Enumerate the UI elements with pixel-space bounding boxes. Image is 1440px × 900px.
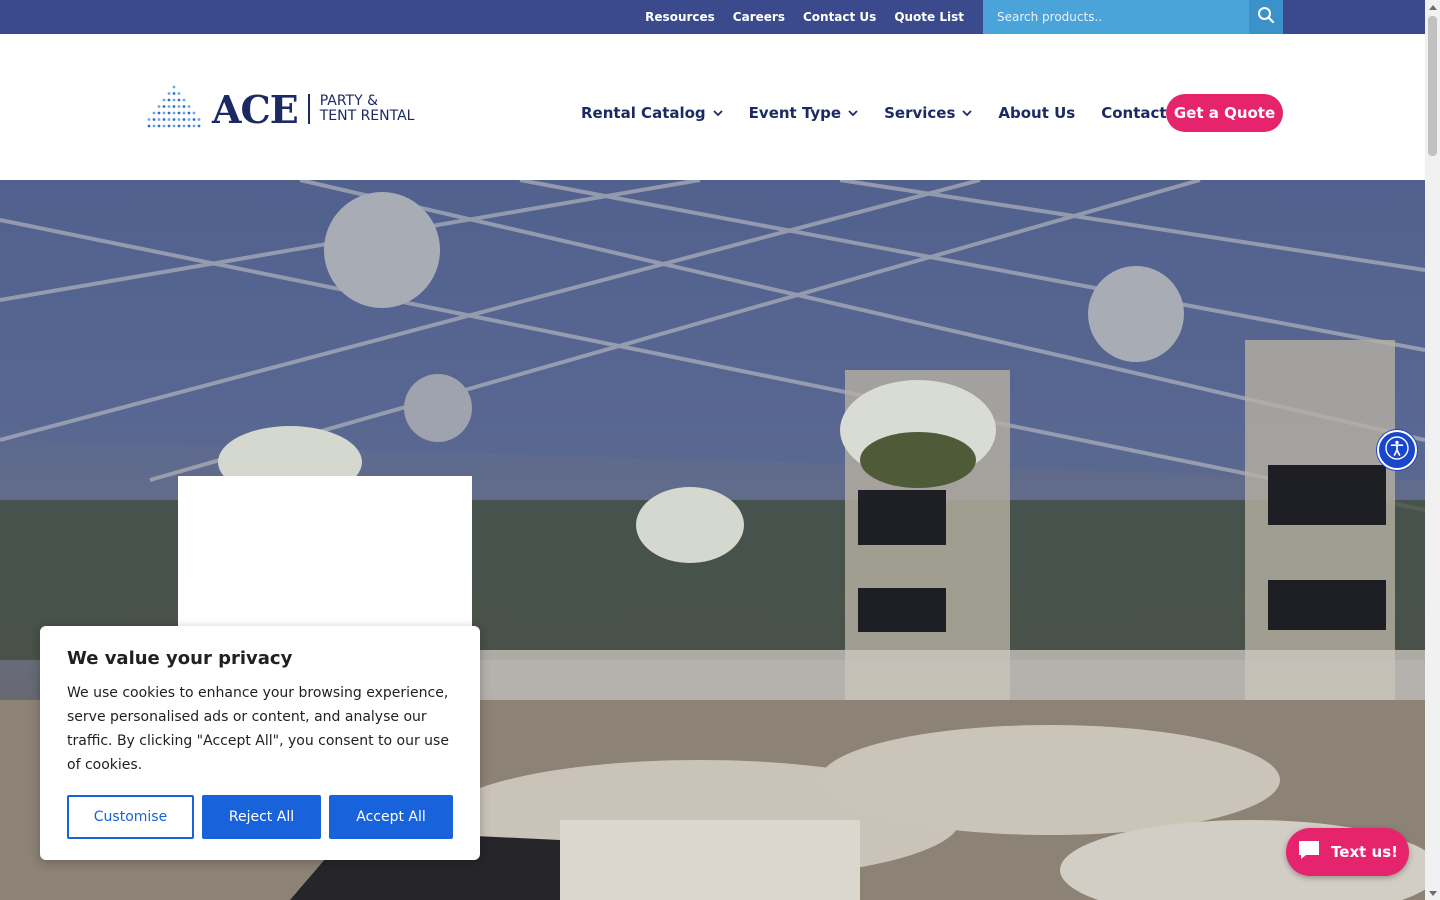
nav-label: Services (884, 104, 956, 122)
scroll-down-arrow-icon[interactable] (1428, 888, 1437, 898)
search-icon (1257, 6, 1275, 28)
main-nav: Rental Catalog Event Type Services About… (581, 94, 1193, 132)
utility-links: Resources Careers Contact Us Quote List (645, 0, 964, 34)
get-a-quote-button[interactable]: Get a Quote (1166, 94, 1283, 132)
chevron-down-icon (848, 109, 858, 117)
nav-label: Event Type (748, 104, 842, 122)
cookie-message: We use cookies to enhance your browsing … (67, 685, 449, 773)
logo-tagline-line1: PARTY & (319, 93, 379, 109)
nav-event-type[interactable]: Event Type (749, 104, 858, 122)
nav-label: About Us (998, 104, 1076, 122)
text-us-label: Text us! (1331, 843, 1398, 861)
link-resources[interactable]: Resources (645, 10, 715, 24)
product-search (983, 0, 1283, 34)
search-button[interactable] (1249, 0, 1283, 34)
link-quote-list[interactable]: Quote List (894, 10, 964, 24)
scroll-up-arrow-icon[interactable] (1428, 2, 1437, 12)
nav-about-us[interactable]: About Us (998, 104, 1075, 122)
nav-services[interactable]: Services (884, 104, 973, 122)
nav-label: Rental Catalog (581, 104, 706, 122)
accessibility-button[interactable] (1377, 430, 1417, 470)
search-input[interactable] (983, 0, 1249, 34)
nav-rental-catalog[interactable]: Rental Catalog (581, 104, 723, 122)
logo-tagline: PARTY & TENT RENTAL (320, 94, 415, 124)
link-careers[interactable]: Careers (733, 10, 785, 24)
customise-button[interactable]: Customise (67, 795, 194, 839)
cookie-actions: Customise Reject All Accept All (67, 795, 453, 839)
logo-tagline-line2: TENT RENTAL (319, 108, 415, 124)
accessibility-icon (1385, 436, 1409, 464)
chevron-down-icon (962, 109, 973, 117)
accept-all-button[interactable]: Accept All (329, 795, 453, 839)
top-utility-bar: Resources Careers Contact Us Quote List (0, 0, 1425, 34)
chat-bubble-icon (1297, 839, 1321, 865)
logo-dots-icon (146, 84, 202, 134)
page-scrollbar[interactable] (1425, 0, 1440, 900)
chevron-down-icon (713, 109, 723, 117)
site-logo[interactable]: ACE PARTY & TENT RENTAL (146, 84, 414, 134)
cookie-title: We value your privacy (67, 648, 293, 669)
cookie-consent-dialog: We value your privacy We use cookies to … (40, 626, 480, 860)
scrollbar-thumb[interactable] (1428, 16, 1437, 156)
nav-label: Contact (1101, 104, 1167, 122)
text-us-button[interactable]: Text us! (1286, 828, 1409, 876)
reject-all-button[interactable]: Reject All (202, 795, 321, 839)
link-contact-us[interactable]: Contact Us (803, 10, 876, 24)
logo-divider (307, 94, 310, 124)
logo-wordmark: ACE (212, 86, 299, 132)
site-header: ACE PARTY & TENT RENTAL Rental Catalog E… (0, 34, 1425, 180)
nav-contact[interactable]: Contact (1101, 104, 1166, 122)
